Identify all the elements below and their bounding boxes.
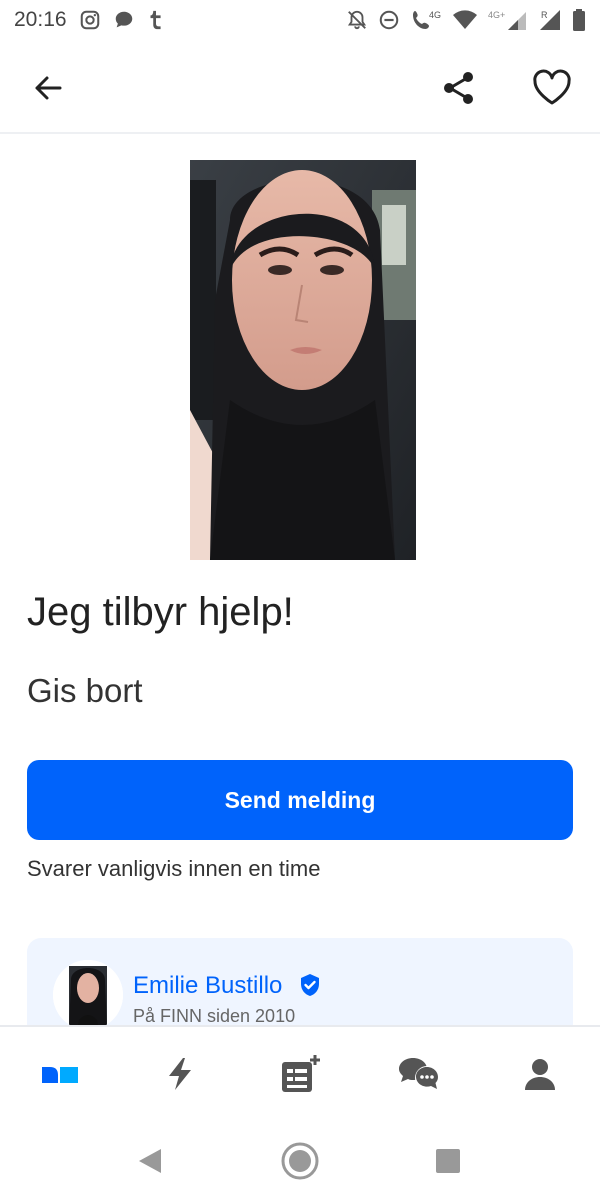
profile-icon [525,1059,555,1090]
signal-roaming-icon: R [538,8,562,32]
square-recents-icon [436,1149,460,1173]
back-arrow-icon [35,76,62,100]
system-back-button[interactable] [130,1141,170,1181]
circle-home-icon [281,1142,319,1180]
avatar[interactable] [53,960,123,1030]
nav-new-ad[interactable] [275,1049,325,1099]
status-bar: 20:16 4G 4G+ R [0,0,600,40]
status-time: 20:16 [14,8,67,31]
network-label: 4G [429,10,441,20]
signal-icon: 4G+ [488,8,528,32]
message-icon [113,9,135,31]
volte-call-icon: 4G [410,8,442,32]
seller-card[interactable]: Emilie Bustillo På FINN siden 2010 [27,938,573,1038]
home-icon [42,1067,78,1083]
nav-flash[interactable] [155,1049,205,1099]
messages-icon [399,1058,439,1090]
nav-profile[interactable] [515,1049,565,1099]
status-left: 20:16 [14,8,165,32]
nav-messages[interactable] [395,1049,445,1099]
dnd-icon [378,9,400,31]
battery-icon [572,8,586,32]
ad-price: Gis bort [27,672,143,709]
verified-badge-icon [298,973,322,997]
back-button[interactable] [28,68,68,108]
heart-icon [533,69,571,105]
favorite-button[interactable] [530,66,574,110]
bottom-nav [0,1025,600,1125]
app-bar [0,52,600,124]
wifi-icon [452,9,478,31]
network-label2: 4G+ [488,10,505,20]
tumblr-icon [147,9,165,31]
system-home-button[interactable] [280,1141,320,1181]
seller-name[interactable]: Emilie Bustillo [133,972,282,1000]
reply-time-note: Svarer vanligvis innen en time [27,856,321,881]
nav-home[interactable] [35,1049,85,1099]
share-icon [444,72,473,104]
mute-icon [346,9,368,31]
seller-member-since: På FINN siden 2010 [133,1006,296,1026]
roaming-label: R [541,10,548,20]
instagram-icon [79,9,101,31]
triangle-back-icon [139,1149,161,1173]
system-recents-button[interactable] [428,1141,468,1181]
ad-photo[interactable] [190,160,416,560]
status-right: 4G 4G+ R [346,8,586,32]
ad-title: Jeg tilbyr hjelp! [27,590,294,634]
new-ad-icon [282,1055,320,1092]
system-nav [0,1125,600,1200]
send-message-button[interactable]: Send melding [27,760,573,840]
flash-icon [169,1058,191,1090]
app-bar-divider [0,132,600,134]
share-button[interactable] [438,68,478,108]
